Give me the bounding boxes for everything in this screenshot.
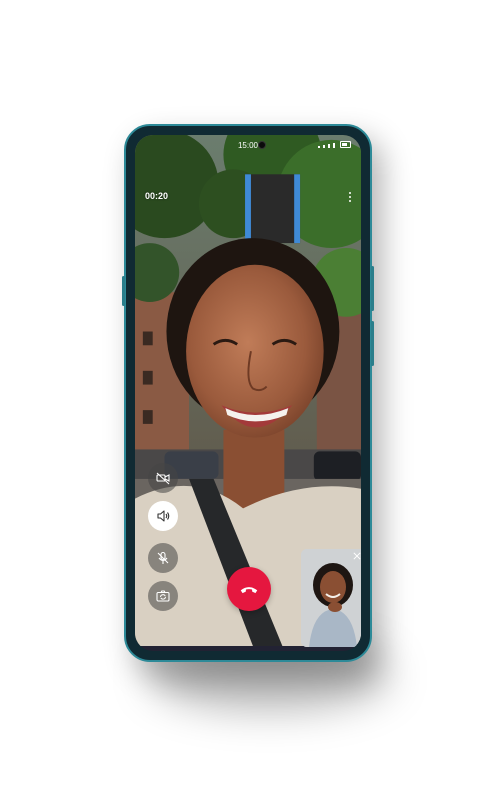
signal-icon xyxy=(318,146,320,148)
speaker-icon xyxy=(157,510,170,522)
flip-camera-button[interactable] xyxy=(148,581,178,611)
phone-hangup-icon xyxy=(240,587,258,594)
signal-icon xyxy=(328,144,330,148)
call-duration: 00:20 xyxy=(145,191,169,201)
end-call-button[interactable] xyxy=(227,567,271,611)
more-options-icon[interactable] xyxy=(349,192,351,202)
side-button xyxy=(371,266,374,311)
status-bar: 15:00 xyxy=(135,135,361,155)
phone-device: 15:00 00:20 xyxy=(122,124,374,662)
signal-icon xyxy=(333,143,335,148)
video-call-screen: 15:00 00:20 xyxy=(135,135,361,651)
signal-icon xyxy=(323,145,325,148)
video-toggle-button[interactable] xyxy=(148,463,178,493)
side-button xyxy=(371,321,374,366)
front-camera xyxy=(258,141,266,149)
flip-camera-icon xyxy=(156,590,170,602)
self-view-thumbnail[interactable] xyxy=(301,549,361,647)
mute-button[interactable] xyxy=(148,543,178,573)
mic-off-icon xyxy=(157,551,169,564)
status-icons xyxy=(318,141,351,148)
video-off-icon xyxy=(156,472,170,485)
battery-icon xyxy=(340,141,351,148)
side-button xyxy=(122,276,125,306)
close-icon[interactable] xyxy=(351,550,361,562)
self-view-video xyxy=(301,549,361,647)
speaker-button[interactable] xyxy=(148,501,178,531)
